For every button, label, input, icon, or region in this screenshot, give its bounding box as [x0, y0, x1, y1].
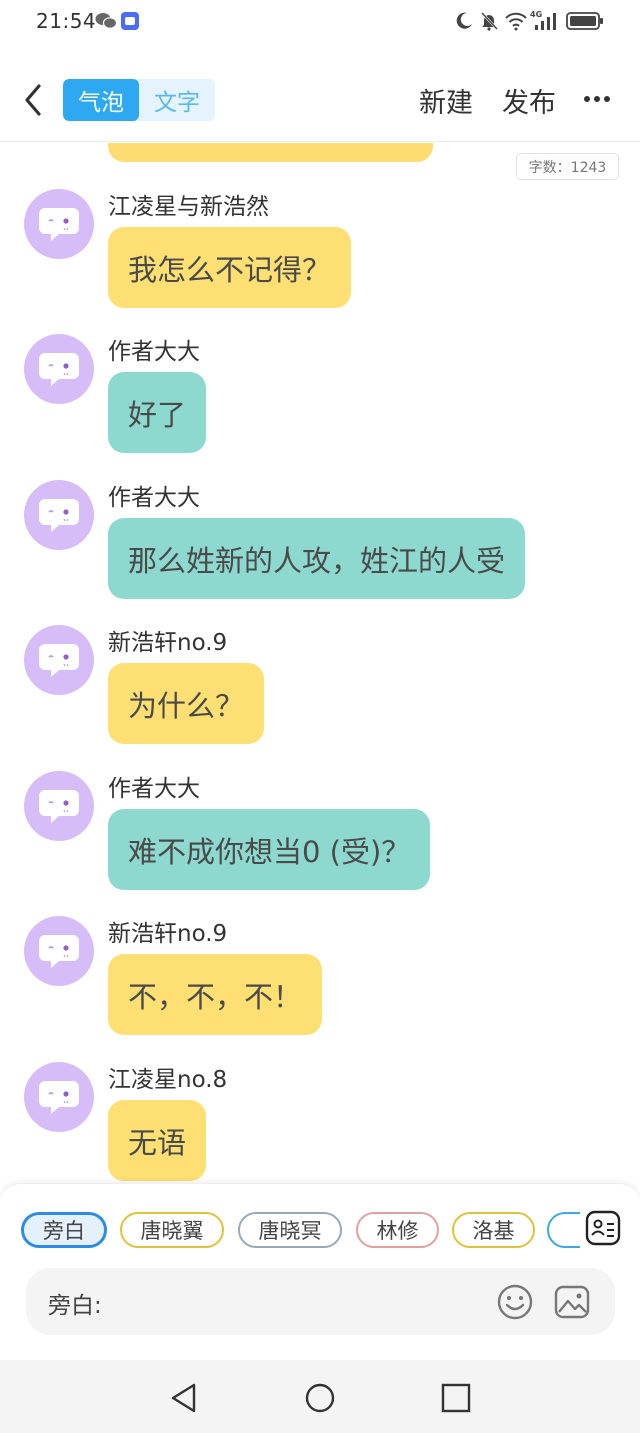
header: 气泡 文字 新建 发布: [0, 56, 640, 142]
input-role-label: 旁白:: [48, 1293, 102, 1319]
role-chip-partial[interactable]: [547, 1212, 580, 1248]
chat-bubble-face-icon: [39, 790, 79, 823]
mode-text-tab[interactable]: 文字: [139, 79, 215, 121]
mode-bubble-tab[interactable]: 气泡: [63, 79, 139, 121]
square-recent-icon[interactable]: [440, 1382, 472, 1414]
smile-icon: [497, 1284, 533, 1320]
word-count-badge: 字数：1243: [516, 153, 619, 180]
circle-home-icon[interactable]: [304, 1382, 336, 1414]
chat-bubble-face-icon: [39, 935, 79, 968]
wifi-icon: [505, 12, 527, 31]
chat-bubble-face-icon: [39, 208, 79, 241]
chat-bubble-face-icon: [39, 1081, 79, 1114]
chevron-left-icon: [25, 84, 41, 116]
emoji-button[interactable]: [496, 1283, 534, 1321]
role-chips: 旁白 唐晓翼 唐晓冥 林修 洛基: [0, 1210, 580, 1252]
chat-bubble-face-icon: [39, 353, 79, 386]
id-card-icon: [585, 1210, 621, 1246]
bell-muted-icon: [481, 12, 498, 31]
message-sender: 江凌星与新浩然: [108, 194, 269, 220]
back-button[interactable]: [16, 80, 50, 120]
role-chip-narrator[interactable]: 旁白: [21, 1212, 107, 1248]
message-bubble[interactable]: 好了: [108, 372, 207, 453]
avatar[interactable]: [24, 189, 94, 259]
avatar[interactable]: [24, 916, 94, 986]
message-bubble-partial: [108, 143, 433, 162]
battery-icon: [566, 12, 603, 30]
message-bubble[interactable]: 难不成你想当0 (受)？: [108, 809, 431, 890]
role-chip[interactable]: 林修: [356, 1212, 439, 1248]
role-chip[interactable]: 唐晓翼: [120, 1212, 224, 1248]
role-card-button[interactable]: [585, 1210, 621, 1246]
chat-bubble-face-icon: [39, 499, 79, 532]
message-sender: 作者大大: [108, 776, 200, 802]
status-bar: 21:54 4G: [0, 0, 640, 44]
avatar[interactable]: [24, 771, 94, 841]
message-bubble[interactable]: 为什么？: [108, 663, 265, 744]
publish-button[interactable]: 发布: [502, 81, 556, 120]
more-button[interactable]: [584, 96, 614, 104]
signal-icon: [535, 13, 556, 30]
wechat-icon: [95, 13, 117, 29]
mode-toggle: 气泡 文字: [63, 79, 215, 121]
image-button[interactable]: [553, 1283, 591, 1321]
status-time: 21:54: [36, 9, 97, 33]
message-sender: 作者大大: [108, 485, 200, 511]
message-sender: 江凌星no.8: [108, 1067, 228, 1093]
new-button[interactable]: 新建: [419, 81, 473, 120]
message-input[interactable]: [116, 1280, 486, 1322]
role-chip[interactable]: 唐晓冥: [238, 1212, 342, 1248]
message-bubble[interactable]: 那么姓新的人攻，姓江的人受: [108, 518, 526, 599]
chat-area[interactable]: 字数：1243 江凌星与新浩然 我怎么不记得？ 作者大大 好了 作者大大 那么姓…: [0, 143, 640, 1183]
moon-icon: [456, 12, 472, 29]
system-nav-bar: [0, 1360, 640, 1433]
input-panel: 旁白 唐晓翼 唐晓冥 林修 洛基 旁白:: [0, 1183, 640, 1360]
triangle-back-icon[interactable]: [168, 1382, 200, 1414]
message-bubble[interactable]: 无语: [108, 1100, 207, 1181]
message-input-box[interactable]: 旁白:: [26, 1268, 615, 1335]
role-chip[interactable]: 洛基: [452, 1212, 535, 1248]
chat-bubble-face-icon: [39, 644, 79, 677]
message-sender: 新浩轩no.9: [108, 630, 228, 656]
app-notification-icon: [121, 12, 139, 30]
image-icon: [554, 1285, 590, 1319]
avatar[interactable]: [24, 1062, 94, 1132]
message-bubble[interactable]: 不，不，不！: [108, 954, 323, 1035]
avatar[interactable]: [24, 334, 94, 404]
avatar[interactable]: [24, 625, 94, 695]
avatar[interactable]: [24, 480, 94, 550]
message-sender: 作者大大: [108, 339, 200, 365]
message-bubble[interactable]: 我怎么不记得？: [108, 227, 352, 308]
message-sender: 新浩轩no.9: [108, 921, 228, 947]
